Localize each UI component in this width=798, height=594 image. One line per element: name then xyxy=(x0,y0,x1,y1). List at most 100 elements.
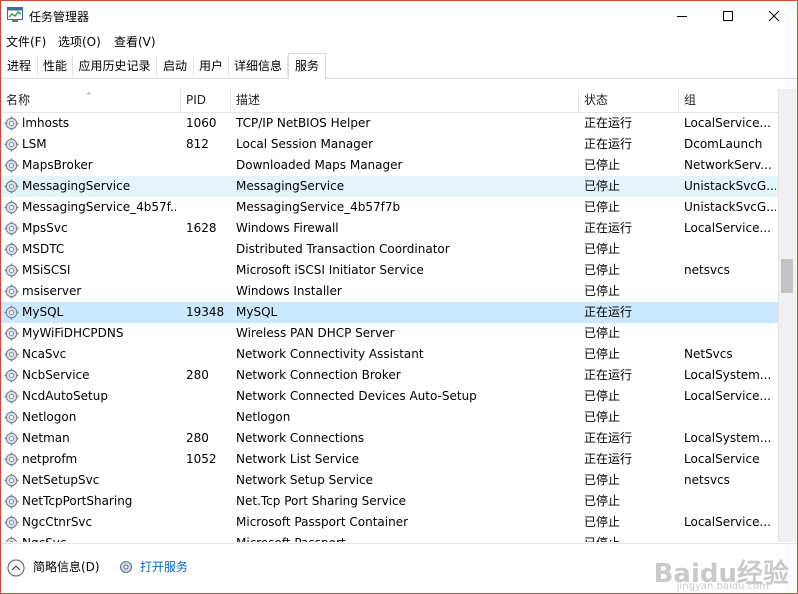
baidu-watermark-url: jingyan.baidu.com xyxy=(676,581,769,592)
cell-group: NetSvcs xyxy=(684,347,733,361)
cell-group xyxy=(684,407,776,428)
cell-name: MyWiFiDHCPDNS xyxy=(22,326,124,340)
tab-performance[interactable]: 性能 xyxy=(38,56,73,77)
service-gear-icon xyxy=(4,410,19,425)
service-gear-icon xyxy=(4,368,19,383)
cell-description: Microsoft Passport xyxy=(236,533,576,542)
open-services-link[interactable]: 打开服务 xyxy=(140,558,188,575)
menu-view[interactable]: 查看(V) xyxy=(114,33,156,50)
table-row[interactable]: netprofm 1052 Network List Service 正在运行 Loca… xyxy=(1,449,778,470)
cell-description: Windows Installer xyxy=(236,284,342,298)
cell-status: 已停止 xyxy=(584,533,676,542)
cell-pid xyxy=(186,260,231,281)
cell-status: 已停止 xyxy=(584,473,621,487)
cell-description: Network Connections xyxy=(236,431,365,445)
table-row[interactable]: lmhosts 1060 TCP/IP NetBIOS Helper 正在运行 Loca… xyxy=(1,113,778,134)
cell-pid xyxy=(186,197,231,218)
cell-description: Wireless PAN DHCP Server xyxy=(236,326,395,340)
tab-processes[interactable]: 进程 xyxy=(1,56,38,77)
task-manager-window: 任务管理器 文件(F) 选项(O) 查看(V) 进程 性能 应用历史记录 启动 … xyxy=(0,0,798,594)
cell-name: MpsSvc xyxy=(22,221,68,235)
menu-options[interactable]: 选项(O) xyxy=(58,33,101,50)
table-row[interactable]: NcbService 280 Network Connection Broker 正在… xyxy=(1,365,778,386)
column-header-name-label: 名称 xyxy=(6,93,31,107)
cell-name: NcdAutoSetup xyxy=(22,389,108,403)
table-row[interactable]: Netman 280 Network Connections 正在运行 LocalSys… xyxy=(1,428,778,449)
service-gear-icon xyxy=(4,305,19,320)
cell-pid: 280 xyxy=(186,368,209,382)
services-gear-icon xyxy=(120,561,132,573)
title-bar[interactable]: 任务管理器 xyxy=(1,1,797,30)
column-header-description[interactable]: 描述 xyxy=(231,89,579,112)
cell-status: 已停止 xyxy=(584,515,621,529)
table-row[interactable]: MpsSvc 1628 Windows Firewall 正在运行 LocalServi… xyxy=(1,218,778,239)
cell-group: LocalSystem... xyxy=(684,431,772,445)
cell-group: UnistackSvcG... xyxy=(684,200,776,214)
close-icon xyxy=(768,10,780,21)
service-gear-icon xyxy=(4,221,19,236)
table-row[interactable]: MySQL 19348 MySQL 正在运行 xyxy=(1,302,778,323)
cell-status: 已停止 xyxy=(584,410,621,424)
vertical-scrollbar[interactable] xyxy=(778,89,796,542)
cell-group: LocalService... xyxy=(684,515,771,529)
table-row[interactable]: MessagingService_4b57f... MessagingServic… xyxy=(1,197,778,218)
table-row[interactable]: NcaSvc Network Connectivity Assistant 已停止 N… xyxy=(1,344,778,365)
cell-description: MessagingService_4b57f7b xyxy=(236,200,401,214)
table-row[interactable]: Netlogon Netlogon 已停止 xyxy=(1,407,778,428)
service-gear-icon xyxy=(4,536,19,542)
cell-name: MessagingService xyxy=(22,179,131,193)
column-header-pid[interactable]: PID xyxy=(181,89,231,112)
cell-description: TCP/IP NetBIOS Helper xyxy=(236,116,371,130)
table-row[interactable]: NetTcpPortSharing Net.Tcp Port Sharing Se… xyxy=(1,491,778,512)
cell-status: 正在运行 xyxy=(584,452,633,466)
table-row[interactable]: LSM 812 Local Session Manager 正在运行 DcomLaunc… xyxy=(1,134,778,155)
service-gear-icon xyxy=(4,116,19,131)
tab-users[interactable]: 用户 xyxy=(194,56,229,77)
cell-group: LocalService... xyxy=(684,389,771,403)
table-row[interactable]: NcdAutoSetup Network Connected Devices Au… xyxy=(1,386,778,407)
cell-description: Network Connection Broker xyxy=(236,368,401,382)
table-row[interactable]: MessagingService MessagingService 已停止 Unist… xyxy=(1,176,778,197)
column-header-name[interactable]: ⌃ 名称 xyxy=(1,89,181,112)
tab-details[interactable]: 详细信息 xyxy=(229,56,288,77)
cell-name: MSDTC xyxy=(22,242,65,256)
minimize-button[interactable] xyxy=(659,1,705,30)
cell-description: Network Connectivity Assistant xyxy=(236,347,424,361)
maximize-button[interactable] xyxy=(705,1,751,30)
scrollbar-thumb[interactable] xyxy=(781,259,793,293)
cell-group: netsvcs xyxy=(684,473,730,487)
less-details-link[interactable]: 简略信息(D) xyxy=(33,558,100,575)
cell-description: Network List Service xyxy=(236,452,360,466)
cell-status: 已停止 xyxy=(584,200,621,214)
cell-pid: 1060 xyxy=(186,116,217,130)
table-row[interactable]: MapsBroker Downloaded Maps Manager 已停止 Netw… xyxy=(1,155,778,176)
tab-startup[interactable]: 启动 xyxy=(157,56,194,77)
table-row[interactable]: NgcCtnrSvc Microsoft Passport Container 已停… xyxy=(1,512,778,533)
service-gear-icon xyxy=(4,389,19,404)
table-row[interactable]: MyWiFiDHCPDNS Wireless PAN DHCP Server 已停止 xyxy=(1,323,778,344)
maximize-icon xyxy=(723,10,733,21)
cell-description: Microsoft iSCSI Initiator Service xyxy=(236,263,424,277)
cell-name: NetTcpPortSharing xyxy=(22,494,133,508)
cell-pid xyxy=(186,176,231,197)
column-header-group[interactable]: 组 xyxy=(679,89,778,112)
cell-name: Netlogon xyxy=(22,410,77,424)
cell-pid xyxy=(186,470,231,491)
tab-services[interactable]: 服务 xyxy=(288,53,326,79)
tab-app-history[interactable]: 应用历史记录 xyxy=(73,56,157,77)
close-button[interactable] xyxy=(751,1,797,30)
service-gear-icon xyxy=(4,284,19,299)
table-row[interactable]: msiserver Windows Installer 已停止 xyxy=(1,281,778,302)
column-header-status[interactable]: 状态 xyxy=(579,89,679,112)
table-row[interactable]: MSDTC Distributed Transaction Coordinator… xyxy=(1,239,778,260)
menu-file[interactable]: 文件(F) xyxy=(6,33,46,50)
service-gear-icon xyxy=(4,494,19,509)
collapse-chevron-icon[interactable] xyxy=(7,559,25,577)
table-row[interactable]: NetSetupSvc Network Setup Service 已停止 netsv… xyxy=(1,470,778,491)
service-gear-icon xyxy=(4,473,19,488)
cell-status: 已停止 xyxy=(584,389,621,403)
table-row[interactable]: MSiSCSI Microsoft iSCSI Initiator Service… xyxy=(1,260,778,281)
cell-name: NetSetupSvc xyxy=(22,473,100,487)
cell-pid xyxy=(186,386,231,407)
table-row[interactable]: NgcSvc Microsoft Passport 已停止 xyxy=(1,533,778,542)
